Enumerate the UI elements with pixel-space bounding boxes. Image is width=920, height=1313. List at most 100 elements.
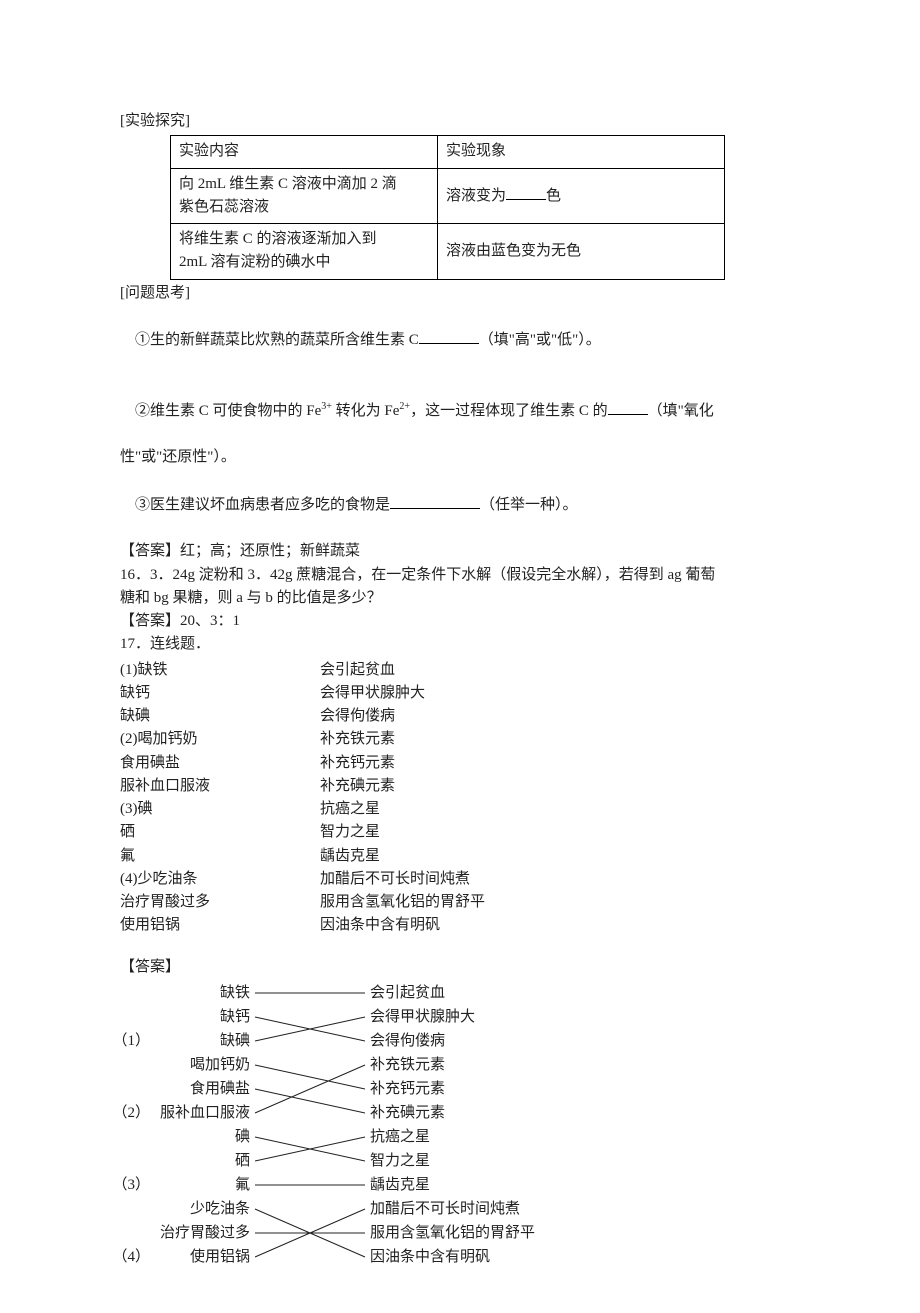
- text-span: （任举一种）。: [480, 497, 578, 513]
- matching-left: 氟: [120, 845, 320, 868]
- matching-right: 补充钙元素: [320, 752, 620, 775]
- group-marker: （2）: [120, 1104, 150, 1121]
- group-marker: （4）: [120, 1248, 150, 1265]
- matching-left: (1)缺铁: [120, 659, 320, 682]
- matching-row: 硒智力之星: [120, 821, 800, 844]
- matching-left: 缺碘: [120, 705, 320, 728]
- ans-left: 食用碘盐: [190, 1080, 250, 1097]
- text-span: ①生的新鲜蔬菜比炊熟的蔬菜所含维生素 C: [135, 332, 419, 348]
- superscript: 2+: [399, 401, 410, 412]
- text-span: ，这一过程体现了维生素 C 的: [410, 403, 608, 419]
- ans-left: 服补血口服液: [160, 1104, 250, 1121]
- ans-right: 会引起贫血: [370, 984, 445, 1001]
- matching-row: 使用铝锅因油条中含有明矾: [120, 914, 800, 937]
- matching-row: 缺碘会得佝偻病: [120, 705, 800, 728]
- table-header-phenomenon: 实验现象: [438, 136, 725, 168]
- matching-row: (3)碘抗癌之星: [120, 798, 800, 821]
- question-2-line1: ②维生素 C 可使食物中的 Fe3+ 转化为 Fe2+，这一过程体现了维生素 C…: [120, 376, 800, 447]
- matching-left: 治疗胃酸过多: [120, 891, 320, 914]
- matching-question: (1)缺铁会引起贫血 缺钙会得甲状腺肿大 缺碘会得佝偻病 (2)喝加钙奶补充铁元…: [120, 659, 800, 938]
- answer-line: 【答案】红；高；还原性；新鲜蔬菜: [120, 540, 800, 563]
- matching-left: 缺钙: [120, 682, 320, 705]
- ans-left: 使用铝锅: [190, 1248, 250, 1265]
- connector-line: [255, 1065, 365, 1113]
- matching-right: 会得甲状腺肿大: [320, 682, 620, 705]
- group-marker: （3）: [120, 1176, 150, 1193]
- matching-right: 抗癌之星: [320, 798, 620, 821]
- text-span: （填"高"或"低"）。: [479, 332, 601, 348]
- matching-row: 缺钙会得甲状腺肿大: [120, 682, 800, 705]
- ans-left: 少吃油条: [190, 1200, 250, 1217]
- ans-right: 加醋后不可长时间炖煮: [370, 1200, 520, 1217]
- matching-left: 服补血口服液: [120, 775, 320, 798]
- matching-left: (4)少吃油条: [120, 868, 320, 891]
- ans-left: 硒: [235, 1152, 250, 1169]
- ans-left: 缺碘: [220, 1032, 250, 1049]
- matching-right: 加醋后不可长时间炖煮: [320, 868, 620, 891]
- matching-right: 龋齿克星: [320, 845, 620, 868]
- table-cell: 溶液由蓝色变为无色: [438, 224, 725, 280]
- fill-blank: [419, 328, 479, 344]
- matching-right: 补充碘元素: [320, 775, 620, 798]
- ans-left: 治疗胃酸过多: [160, 1224, 250, 1241]
- matching-row: 治疗胃酸过多服用含氢氧化铝的胃舒平: [120, 891, 800, 914]
- fill-blank: [608, 399, 648, 415]
- ans-left: 缺铁: [220, 984, 250, 1001]
- matching-left: (2)喝加钙奶: [120, 728, 320, 751]
- ans-right: 抗癌之星: [370, 1128, 430, 1145]
- q16-line2: 糖和 bg 果糖，则 a 与 b 的比值是多少？: [120, 587, 800, 610]
- thinking-heading: [问题思考]: [120, 282, 800, 305]
- table-cell-text: 2mL 溶有淀粉的碘水中: [179, 254, 331, 270]
- table-cell: 向 2mL 维生素 C 溶液中滴加 2 滴 紫色石蕊溶液: [171, 168, 438, 224]
- matching-row: 氟龋齿克星: [120, 845, 800, 868]
- q16-answer: 【答案】20、3：1: [120, 610, 800, 633]
- matching-answer-diagram: （1） （2） （3） （4） 缺铁 缺钙 缺碘 喝加钙奶 食用碘盐 服补血口服…: [120, 983, 560, 1273]
- ans-right: 补充钙元素: [370, 1080, 445, 1097]
- fill-blank: [390, 493, 480, 509]
- matching-row: (2)喝加钙奶补充铁元素: [120, 728, 800, 751]
- matching-right: 会得佝偻病: [320, 705, 620, 728]
- document-page: [实验探究] 实验内容 实验现象 向 2mL 维生素 C 溶液中滴加 2 滴 紫…: [0, 0, 920, 1313]
- connector-line: [255, 1089, 365, 1113]
- ans-right: 补充铁元素: [370, 1056, 445, 1073]
- table-cell-text: 色: [546, 188, 561, 204]
- matching-row: (4)少吃油条加醋后不可长时间炖煮: [120, 868, 800, 891]
- matching-left: (3)碘: [120, 798, 320, 821]
- q17-answer-label: 【答案】: [120, 956, 800, 979]
- fill-blank: [506, 184, 546, 200]
- connector-line: [255, 1065, 365, 1089]
- matching-right: 服用含氢氧化铝的胃舒平: [320, 891, 620, 914]
- superscript: 3+: [321, 401, 332, 412]
- matching-left: 食用碘盐: [120, 752, 320, 775]
- matching-right: 因油条中含有明矾: [320, 914, 620, 937]
- matching-row: 食用碘盐补充钙元素: [120, 752, 800, 775]
- ans-right: 龋齿克星: [370, 1176, 430, 1193]
- text-span: ②维生素 C 可使食物中的 Fe: [135, 403, 321, 419]
- question-1: ①生的新鲜蔬菜比炊熟的蔬菜所含维生素 C （填"高"或"低"）。: [120, 305, 800, 376]
- matching-left: 使用铝锅: [120, 914, 320, 937]
- ans-left: 缺钙: [220, 1008, 250, 1025]
- matching-right: 补充铁元素: [320, 728, 620, 751]
- question-2-line2: 性"或"还原性"）。: [120, 446, 800, 469]
- table-row: 实验内容 实验现象: [171, 136, 725, 168]
- question-3: ③医生建议坏血病患者应多吃的食物是 （任举一种）。: [120, 470, 800, 541]
- group-marker: （1）: [120, 1032, 150, 1049]
- ans-left: 碘: [235, 1128, 250, 1145]
- ans-right: 智力之星: [370, 1151, 430, 1169]
- table-cell-text: 紫色石蕊溶液: [179, 199, 269, 215]
- table-header-content: 实验内容: [171, 136, 438, 168]
- text-span: ③医生建议坏血病患者应多吃的食物是: [135, 497, 390, 513]
- text-span: 转化为 Fe: [332, 403, 400, 419]
- matching-row: (1)缺铁会引起贫血: [120, 659, 800, 682]
- q16-line1: 16．3．24g 淀粉和 3．42g 蔗糖混合，在一定条件下水解（假设完全水解）…: [120, 564, 800, 587]
- ans-right: 服用含氢氧化铝的胃舒平: [370, 1224, 535, 1241]
- table-cell: 溶液变为色: [438, 168, 725, 224]
- table-cell: 将维生素 C 的溶液逐渐加入到 2mL 溶有淀粉的碘水中: [171, 224, 438, 280]
- ans-right: 因油条中含有明矾: [370, 1248, 490, 1265]
- ans-right: 会得甲状腺肿大: [370, 1008, 475, 1025]
- table-row: 向 2mL 维生素 C 溶液中滴加 2 滴 紫色石蕊溶液 溶液变为色: [171, 168, 725, 224]
- ans-right: 会得佝偻病: [370, 1032, 445, 1049]
- matching-right: 智力之星: [320, 821, 620, 844]
- matching-right: 会引起贫血: [320, 659, 620, 682]
- ans-right: 补充碘元素: [370, 1104, 445, 1121]
